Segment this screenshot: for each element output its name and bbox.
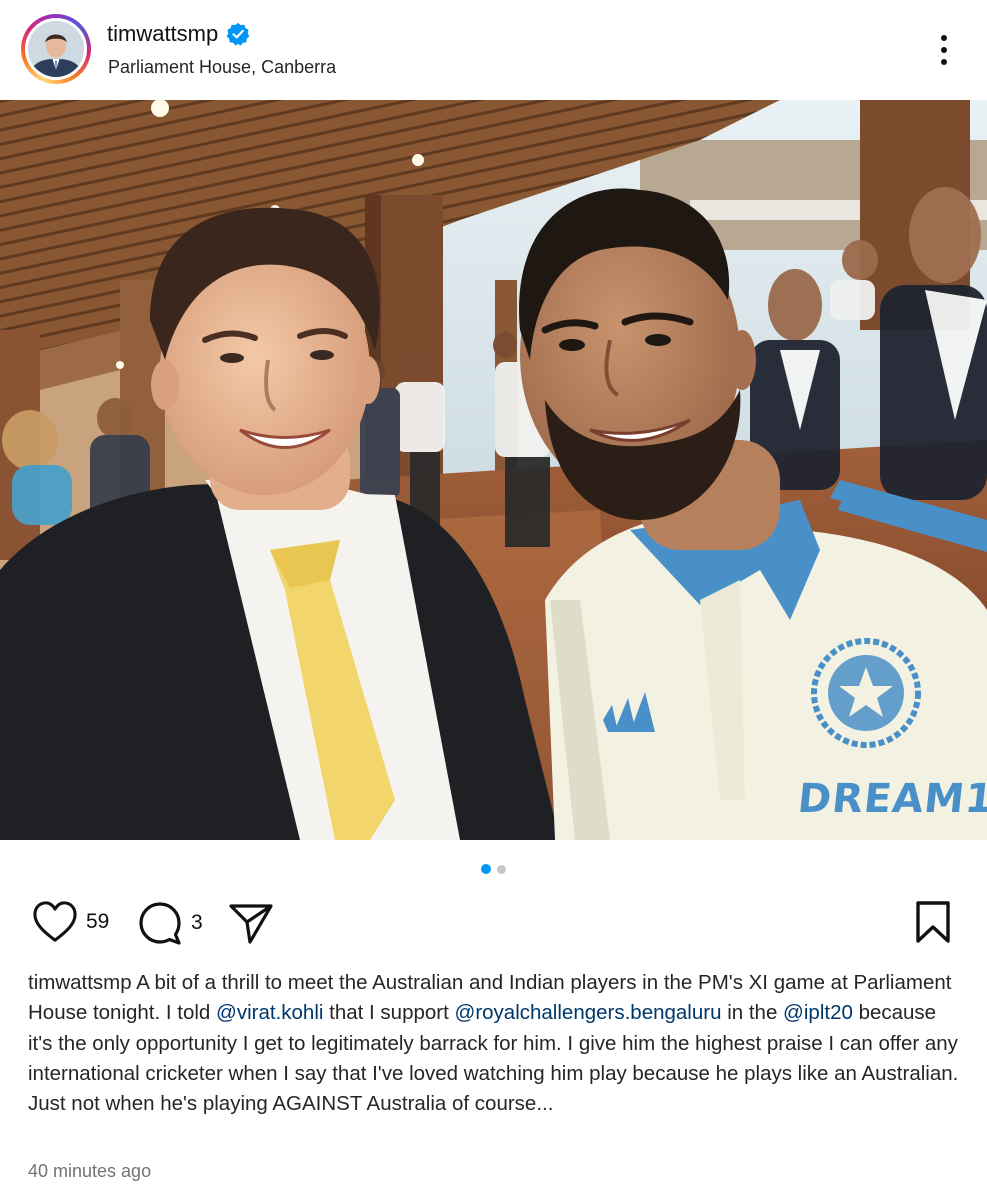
heart-icon <box>33 901 77 942</box>
carousel-indicator <box>0 864 987 874</box>
mention-link[interactable]: @iplt20 <box>783 1001 853 1024</box>
story-ring[interactable] <box>21 14 91 84</box>
username-text[interactable]: timwattsmp <box>107 21 218 47</box>
caption-text: in the <box>721 1001 784 1025</box>
verified-badge-icon <box>226 22 250 46</box>
post-image[interactable]: DREAM11 <box>0 100 987 840</box>
like-button[interactable]: 59 <box>32 900 109 944</box>
mention-link[interactable]: @royalchallengers.bengaluru <box>455 1001 722 1024</box>
avatar[interactable] <box>25 18 87 80</box>
post-username[interactable]: timwattsmp <box>107 21 250 47</box>
post-timestamp[interactable]: 40 minutes ago <box>28 1161 151 1182</box>
carousel-dot-active[interactable] <box>481 864 491 874</box>
post-actions: 59 3 <box>0 900 987 950</box>
post-caption: timwattsmp A bit of a thrill to meet the… <box>28 968 964 1119</box>
jersey-sponsor-text: DREAM11 <box>795 776 987 822</box>
paper-plane-icon <box>229 904 273 944</box>
more-options-icon[interactable] <box>930 30 960 70</box>
caption-text: that I support <box>323 1001 455 1025</box>
bookmark-icon <box>916 901 950 943</box>
comment-count[interactable]: 3 <box>191 911 203 935</box>
comment-bubble-icon <box>139 902 181 945</box>
post-location[interactable]: Parliament House, Canberra <box>108 57 336 78</box>
post-header: timwattsmp Parliament House, Canberra <box>0 0 987 100</box>
caption-username[interactable]: timwattsmp <box>28 971 132 994</box>
comment-button[interactable]: 3 <box>137 900 203 946</box>
like-count[interactable]: 59 <box>86 910 109 934</box>
share-button[interactable] <box>228 901 274 945</box>
carousel-dot[interactable] <box>497 865 506 874</box>
mention-link[interactable]: @virat.kohli <box>216 1001 323 1024</box>
save-button[interactable] <box>913 900 953 944</box>
